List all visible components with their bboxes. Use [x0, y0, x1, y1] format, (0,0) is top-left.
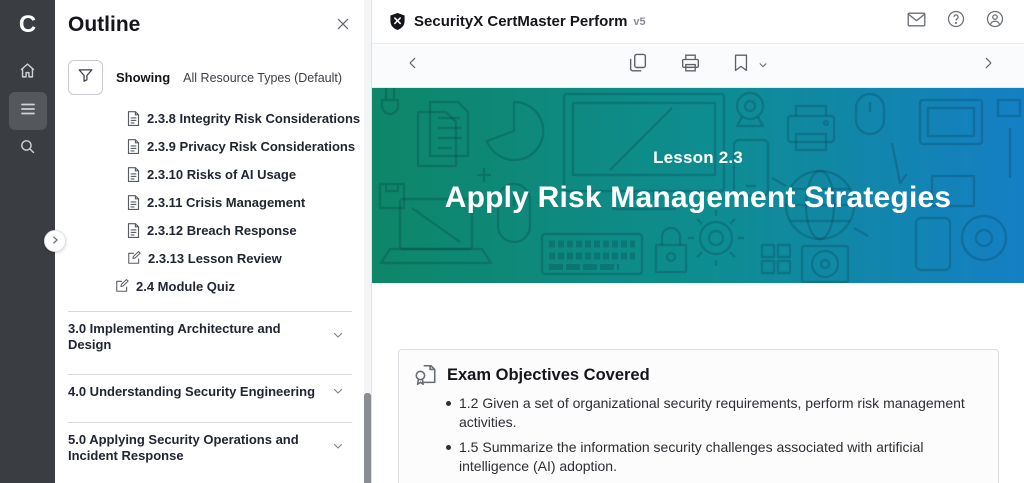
outline-item[interactable]: 2.3.8 Integrity Risk Considerations	[55, 104, 371, 132]
copy-icon	[629, 53, 647, 78]
exam-objectives-title: Exam Objectives Covered	[447, 366, 650, 385]
print-button[interactable]	[681, 54, 700, 77]
search-button[interactable]	[9, 134, 47, 164]
help-button[interactable]	[947, 10, 965, 33]
home-icon	[19, 62, 36, 84]
bookmark-menu-button[interactable]	[758, 57, 768, 75]
previous-page-button[interactable]	[406, 56, 420, 75]
home-button[interactable]	[9, 58, 47, 88]
chevron-down-icon	[332, 328, 344, 346]
chevron-down-icon	[332, 384, 344, 402]
filter-value[interactable]: All Resource Types (Default)	[183, 71, 342, 85]
app-title: SecurityX CertMaster Perform	[414, 13, 627, 30]
resource-filter-row: Showing All Resource Types (Default)	[68, 60, 371, 95]
chevron-right-icon	[981, 56, 995, 75]
outline-item-module-quiz[interactable]: 2.4 Module Quiz	[55, 272, 371, 300]
outline-section-4-0[interactable]: 4.0 Understanding Security Engineering	[55, 375, 371, 411]
bookmark-icon	[734, 54, 748, 77]
outline-item[interactable]: 2.3.13 Lesson Review	[55, 244, 371, 272]
lesson-content[interactable]: Lesson 2.3 Apply Risk Management Strateg…	[372, 88, 1024, 483]
copy-pages-button[interactable]	[629, 53, 647, 78]
outline-panel: Outline Showing All Resource Types (Defa…	[55, 0, 372, 483]
document-icon	[127, 195, 140, 210]
app-header: SecurityX CertMaster Perform v5	[372, 0, 1024, 44]
lesson-title: Apply Risk Management Strategies	[445, 181, 952, 215]
help-icon	[947, 10, 965, 33]
mail-icon	[907, 12, 926, 32]
exam-objective-item: 1.2 Given a set of organizational securi…	[444, 394, 982, 432]
outline-section-5-0[interactable]: 5.0 Applying Security Operations and Inc…	[55, 423, 371, 474]
bookmark-group	[734, 54, 768, 77]
printer-icon	[681, 54, 700, 77]
exam-objectives-list: 1.2 Given a set of organizational securi…	[444, 394, 982, 476]
bookmark-button[interactable]	[734, 54, 748, 77]
outline-item[interactable]: 2.3.9 Privacy Risk Considerations	[55, 132, 371, 160]
document-icon	[127, 167, 140, 182]
document-icon	[127, 111, 140, 126]
outline-scrollbar-thumb[interactable]	[364, 393, 371, 483]
comptia-logo[interactable]: C	[19, 8, 36, 42]
search-icon	[19, 138, 36, 160]
lesson-toolbar	[372, 44, 1024, 88]
chevron-right-icon	[50, 232, 60, 250]
lesson-number-label: Lesson 2.3	[653, 148, 743, 168]
mail-button[interactable]	[907, 12, 926, 32]
account-button[interactable]	[986, 10, 1004, 33]
shield-x-icon	[389, 12, 406, 31]
funnel-icon	[77, 67, 94, 89]
lesson-banner: Lesson 2.3 Apply Risk Management Strateg…	[372, 88, 1024, 283]
outline-panel-title: Outline	[68, 13, 140, 37]
outline-section-3-0[interactable]: 3.0 Implementing Architecture and Design	[55, 312, 371, 363]
document-icon	[127, 223, 140, 238]
certificate-icon	[414, 363, 437, 387]
document-icon	[127, 139, 140, 154]
outline-item[interactable]: 2.3.11 Crisis Management	[55, 188, 371, 216]
close-icon	[335, 19, 351, 36]
edit-icon	[127, 251, 141, 265]
chevron-left-icon	[406, 56, 420, 75]
exam-objective-item: 1.5 Summarize the information security c…	[444, 438, 982, 476]
chevron-down-icon	[758, 57, 768, 75]
chevron-down-icon	[332, 439, 344, 457]
person-icon	[986, 10, 1004, 33]
showing-label: Showing	[116, 70, 170, 85]
brand: SecurityX CertMaster Perform v5	[389, 12, 646, 31]
exam-objectives-card: Exam Objectives Covered 1.2 Given a set …	[398, 349, 999, 483]
hamburger-icon	[19, 100, 37, 123]
close-outline-button[interactable]	[335, 16, 351, 37]
app-version: v5	[633, 16, 645, 28]
main-area: SecurityX CertMaster Perform v5	[372, 0, 1024, 483]
edit-icon	[115, 279, 129, 293]
next-page-button[interactable]	[981, 56, 995, 75]
outline-menu-button[interactable]	[9, 92, 47, 130]
outline-list: 2.3.8 Integrity Risk Considerations 2.3.…	[55, 104, 371, 300]
filter-button[interactable]	[68, 60, 103, 95]
outline-scrollbar-track[interactable]	[364, 0, 371, 483]
outline-item[interactable]: 2.3.12 Breach Response	[55, 216, 371, 244]
outline-item[interactable]: 2.3.10 Risks of AI Usage	[55, 160, 371, 188]
collapse-panel-button[interactable]	[44, 230, 66, 252]
